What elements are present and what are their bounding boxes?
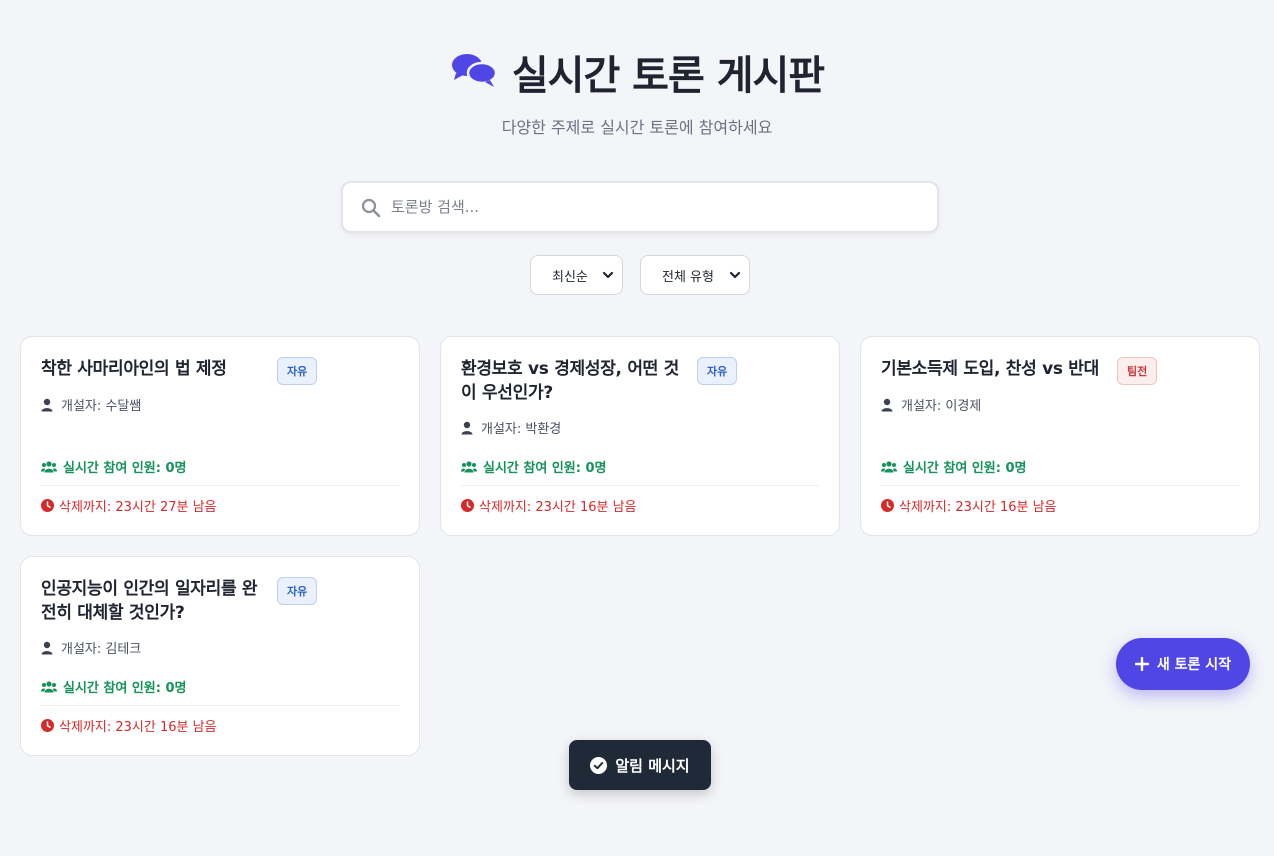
live-participants: 실시간 참여 인원: 0명 bbox=[41, 677, 187, 696]
user-icon bbox=[881, 398, 893, 411]
search-box[interactable] bbox=[341, 181, 939, 233]
card-divider bbox=[461, 485, 819, 486]
users-icon bbox=[881, 460, 897, 472]
page-header: 실시간 토론 게시판 다양한 주제로 실시간 토론에 참여하세요 bbox=[0, 44, 1274, 138]
expire-text: 삭제까지: 23시간 27분 남음 bbox=[59, 500, 217, 515]
page-subtitle: 다양한 주제로 실시간 토론에 참여하세요 bbox=[501, 118, 773, 137]
debate-card[interactable]: 환경보호 vs 경제성장, 어떤 것이 우선인가? 자유 개설자: 박환경 실시… bbox=[440, 336, 840, 536]
expire-info: 삭제까지: 23시간 16분 남음 bbox=[41, 716, 217, 735]
plus-icon bbox=[1134, 657, 1149, 671]
users-icon bbox=[461, 460, 477, 472]
creator-name: 개설자: 김테크 bbox=[61, 642, 142, 657]
live-participants: 실시간 참여 인원: 0명 bbox=[41, 457, 187, 476]
live-count: 실시간 참여 인원: 0명 bbox=[63, 681, 187, 696]
search-input[interactable] bbox=[391, 195, 911, 219]
creator-name: 개설자: 이경제 bbox=[901, 399, 982, 414]
search-icon bbox=[361, 198, 381, 222]
creator-info: 개설자: 박환경 bbox=[461, 418, 561, 437]
expire-text: 삭제까지: 23시간 16분 남음 bbox=[479, 500, 637, 515]
card-divider bbox=[41, 705, 399, 706]
creator-info: 개설자: 수달쌤 bbox=[41, 395, 141, 414]
chat-bubbles-icon bbox=[450, 50, 498, 94]
live-count: 실시간 참여 인원: 0명 bbox=[903, 461, 1027, 476]
card-title: 착한 사마리아인의 법 제정 bbox=[41, 359, 227, 379]
check-circle-icon bbox=[590, 756, 608, 774]
debate-card[interactable]: 인공지능이 인간의 일자리를 완전히 대체할 것인가? 자유 개설자: 김테크 … bbox=[20, 556, 420, 756]
toast-notification: 알림 메시지 bbox=[569, 740, 711, 790]
new-debate-label: 새 토론 시작 bbox=[1156, 657, 1232, 673]
page-title: 실시간 토론 게시판 bbox=[511, 53, 825, 99]
type-badge: 자유 bbox=[277, 577, 318, 605]
clock-icon bbox=[41, 499, 54, 512]
clock-icon bbox=[461, 499, 474, 512]
debate-card[interactable]: 기본소득제 도입, 찬성 vs 반대 팀전 개설자: 이경제 실시간 참여 인원… bbox=[860, 336, 1260, 536]
clock-icon bbox=[881, 499, 894, 512]
new-debate-button[interactable]: 새 토론 시작 bbox=[1116, 638, 1250, 690]
users-icon bbox=[41, 460, 57, 472]
chevron-down-icon bbox=[602, 268, 614, 286]
expire-info: 삭제까지: 23시간 27분 남음 bbox=[41, 496, 217, 515]
creator-info: 개설자: 이경제 bbox=[881, 395, 981, 414]
expire-text: 삭제까지: 23시간 16분 남음 bbox=[899, 500, 1057, 515]
sort-select[interactable]: 최신순 bbox=[530, 255, 623, 295]
card-title: 환경보호 vs 경제성장, 어떤 것이 우선인가? bbox=[461, 359, 679, 403]
card-divider bbox=[41, 485, 399, 486]
user-icon bbox=[461, 421, 473, 434]
type-select[interactable]: 전체 유형 bbox=[640, 255, 750, 295]
creator-name: 개설자: 박환경 bbox=[481, 422, 562, 437]
card-divider bbox=[881, 485, 1239, 486]
expire-info: 삭제까지: 23시간 16분 남음 bbox=[461, 496, 637, 515]
card-title: 인공지능이 인간의 일자리를 완전히 대체할 것인가? bbox=[41, 579, 258, 623]
toast-message: 알림 메시지 bbox=[615, 756, 690, 775]
users-icon bbox=[41, 680, 57, 692]
live-participants: 실시간 참여 인원: 0명 bbox=[461, 457, 607, 476]
expire-text: 삭제까지: 23시간 16분 남음 bbox=[59, 720, 217, 735]
user-icon bbox=[41, 398, 53, 411]
type-badge: 팀전 bbox=[1117, 357, 1158, 385]
chevron-down-icon bbox=[729, 268, 741, 286]
user-icon bbox=[41, 641, 53, 654]
debate-card[interactable]: 착한 사마리아인의 법 제정 자유 개설자: 수달쌤 실시간 참여 인원: 0명… bbox=[20, 336, 420, 536]
type-badge: 자유 bbox=[697, 357, 738, 385]
type-badge: 자유 bbox=[277, 357, 318, 385]
creator-name: 개설자: 수달쌤 bbox=[61, 399, 142, 414]
clock-icon bbox=[41, 719, 54, 732]
live-count: 실시간 참여 인원: 0명 bbox=[63, 461, 187, 476]
live-participants: 실시간 참여 인원: 0명 bbox=[881, 457, 1027, 476]
card-title: 기본소득제 도입, 찬성 vs 반대 bbox=[881, 359, 1099, 379]
creator-info: 개설자: 김테크 bbox=[41, 638, 141, 657]
live-count: 실시간 참여 인원: 0명 bbox=[483, 461, 607, 476]
expire-info: 삭제까지: 23시간 16분 남음 bbox=[881, 496, 1057, 515]
